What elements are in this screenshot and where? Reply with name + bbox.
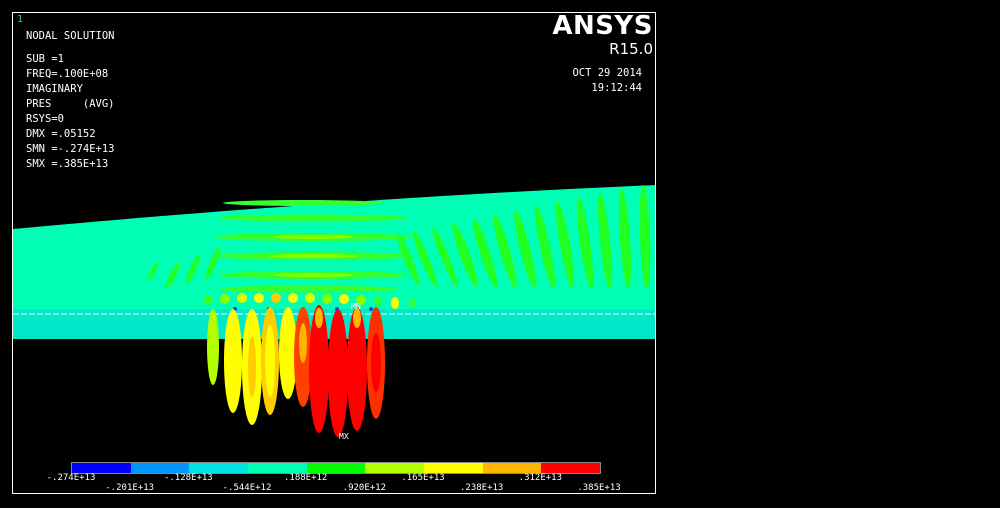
legend-label: -.201E+13	[105, 483, 155, 493]
legend-swatch	[365, 463, 425, 473]
legend-label: .385E+13	[577, 483, 621, 493]
legend-label: -.128E+13	[163, 473, 213, 483]
legend-swatch	[189, 463, 249, 473]
legend-label: -.544E+12	[222, 483, 272, 493]
legend-swatch	[424, 463, 483, 473]
mx-marker: MX	[339, 432, 349, 441]
legend-label: .238E+13	[459, 483, 504, 493]
legend-swatch	[72, 463, 131, 473]
legend-label: .920E+12	[342, 483, 387, 493]
legend-swatch	[130, 463, 190, 473]
graphics-viewport[interactable]: 1 NODAL SOLUTION SUB =1 FREQ=.100E+08 IMAGI…	[12, 11, 656, 494]
legend-swatch	[482, 463, 542, 473]
legend-swatch	[306, 463, 366, 473]
legend-swatch	[248, 463, 307, 473]
legend-label: .188E+12	[283, 473, 328, 483]
legend-label: -.274E+13	[46, 473, 96, 483]
mn-marker: MN	[351, 302, 361, 311]
legend-label: .312E+13	[518, 473, 563, 483]
contour-plot: MN MX	[13, 185, 655, 441]
legend-label: .165E+13	[401, 473, 445, 483]
legend-swatch	[541, 463, 601, 473]
